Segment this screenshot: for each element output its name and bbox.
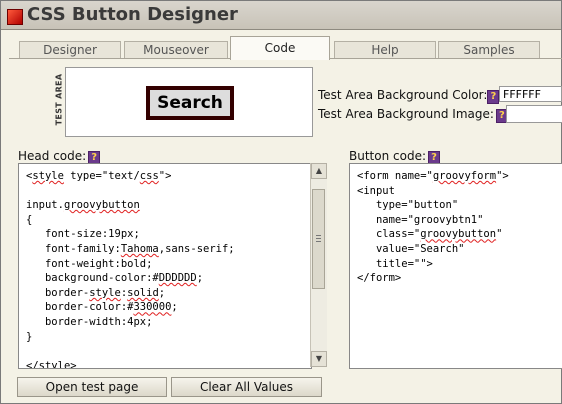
test-area-label: TEST AREA [53, 70, 65, 132]
scroll-up-icon[interactable]: ▲ [311, 163, 327, 179]
head-code-textarea[interactable]: <style type="text/css">​input.groovybutt… [18, 163, 312, 369]
app-logo-icon [7, 9, 23, 25]
open-test-page-button[interactable]: Open test page [17, 377, 167, 397]
code-line: ​ [26, 344, 311, 359]
code-line: class="groovybutton" [357, 228, 503, 241]
head-code-scrollbar[interactable]: ▲ ▼ [310, 163, 327, 367]
code-line: <input [357, 184, 395, 197]
code-line: font-family:Tahoma,sans-serif; [26, 242, 235, 255]
code-line: <form name="groovyform"> [357, 170, 509, 182]
test-area: Search [65, 67, 313, 137]
app-title: CSS Button Designer [27, 4, 238, 25]
scroll-down-icon[interactable]: ▼ [311, 351, 327, 367]
title-bar: CSS Button Designer [1, 1, 561, 30]
tab-designer[interactable]: Designer [19, 41, 121, 59]
code-line: font-size:19px; [26, 228, 140, 241]
button-code-textarea[interactable]: <form name="groovyform"> <input type="but… [349, 163, 562, 369]
code-line: title=""> [357, 257, 433, 270]
preview-search-button[interactable]: Search [146, 86, 234, 120]
head-code-label-text: Head code: [18, 149, 87, 163]
bg-color-input[interactable]: FFFFFF [499, 86, 562, 102]
bg-image-label-text: Test Area Background Image: [318, 107, 494, 121]
bg-color-label: Test Area Background Color:? [318, 88, 500, 104]
tab-samples[interactable]: Samples [438, 41, 540, 59]
bg-image-label: Test Area Background Image:? [318, 107, 508, 123]
code-line: </form> [357, 272, 402, 285]
code-line: background-color:#DDDDDD; [26, 272, 204, 285]
tab-mouseover[interactable]: Mouseover [124, 41, 228, 59]
code-line: </style> [26, 359, 77, 369]
button-code-content: <form name="groovyform"> <input type="but… [350, 164, 562, 286]
tab-help[interactable]: Help [334, 41, 436, 59]
code-line: font-weight:bold; [26, 257, 153, 270]
code-line: border-width:4px; [26, 315, 153, 328]
test-area-label-text: TEST AREA [54, 73, 64, 126]
code-line: type="button" [357, 199, 459, 212]
head-code-content: <style type="text/css">​input.groovybutt… [19, 164, 311, 369]
code-line: border-style:solid; [26, 286, 166, 299]
code-line: <style type="text/css"> [26, 170, 172, 182]
help-icon[interactable]: ? [487, 90, 500, 104]
bg-image-input[interactable] [506, 105, 562, 123]
button-code-label-text: Button code: [349, 149, 426, 163]
bg-color-label-text: Test Area Background Color: [318, 88, 488, 102]
code-line: input.groovybutton [26, 199, 140, 212]
code-line: border-color:#330000; [26, 301, 178, 314]
code-line: } [26, 330, 33, 343]
clear-all-values-button[interactable]: Clear All Values [171, 377, 322, 397]
code-line: value="Search" [357, 242, 465, 255]
code-line: { [26, 213, 33, 226]
scroll-thumb[interactable] [312, 189, 325, 289]
tab-code[interactable]: Code [230, 36, 330, 60]
code-line: name="groovybtn1" [357, 213, 484, 226]
code-line: ​ [26, 184, 311, 199]
